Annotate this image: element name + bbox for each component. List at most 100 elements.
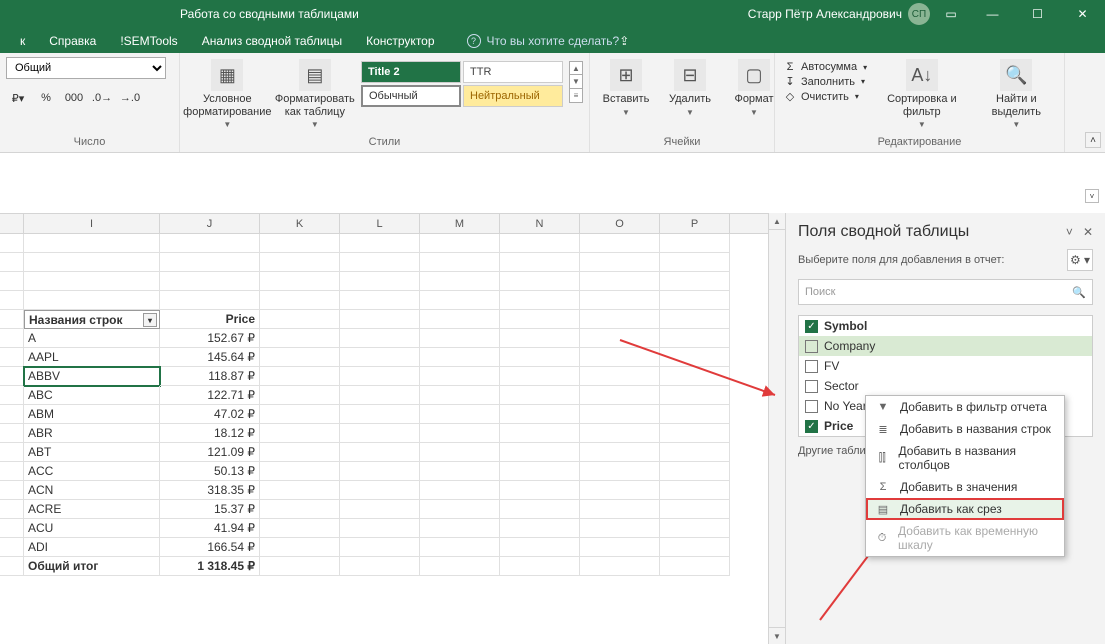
cell[interactable] — [260, 405, 340, 424]
cell[interactable] — [0, 234, 24, 253]
column-header[interactable]: K — [260, 214, 340, 233]
tab-help[interactable]: Справка — [37, 28, 108, 53]
pivot-row-label[interactable]: ACC — [24, 462, 160, 481]
cell[interactable] — [160, 272, 260, 291]
cell[interactable] — [340, 291, 420, 310]
cell[interactable] — [0, 329, 24, 348]
field-item[interactable]: Company — [799, 336, 1092, 356]
cell[interactable] — [0, 500, 24, 519]
cell[interactable] — [660, 386, 730, 405]
cell[interactable] — [260, 253, 340, 272]
pivot-row-labels-header[interactable]: Названия строк▾ — [24, 310, 160, 329]
pivot-value[interactable]: 47.02 ₽ — [160, 405, 260, 424]
tab-design[interactable]: Конструктор — [354, 28, 446, 53]
style-title2[interactable]: Title 2 — [361, 61, 461, 83]
ctx-add-values[interactable]: ΣДобавить в значения — [866, 476, 1064, 498]
cell[interactable] — [340, 443, 420, 462]
pivot-grand-total-value[interactable]: 1 318.45 ₽ — [160, 557, 260, 576]
field-checkbox[interactable] — [805, 380, 818, 393]
cell[interactable] — [500, 424, 580, 443]
pane-dropdown-icon[interactable]: ˅ — [1066, 225, 1073, 239]
cell[interactable] — [580, 386, 660, 405]
cell[interactable] — [580, 500, 660, 519]
field-item[interactable]: FV — [799, 356, 1092, 376]
cell[interactable] — [580, 519, 660, 538]
pivot-row-label[interactable]: ACU — [24, 519, 160, 538]
number-format-select[interactable]: Общий — [6, 57, 166, 79]
ribbon-display-options-icon[interactable]: ▭ — [937, 0, 965, 28]
pivot-value[interactable]: 121.09 ₽ — [160, 443, 260, 462]
cell[interactable] — [340, 538, 420, 557]
tab-semtools[interactable]: !SEMTools — [108, 28, 189, 53]
cell[interactable] — [260, 329, 340, 348]
scroll-up-icon[interactable]: ▲ — [769, 213, 785, 230]
pivot-value[interactable]: 152.67 ₽ — [160, 329, 260, 348]
cell[interactable] — [0, 348, 24, 367]
cell[interactable] — [24, 291, 160, 310]
cell[interactable] — [580, 481, 660, 500]
close-button[interactable]: ✕ — [1060, 0, 1105, 28]
ctx-add-as-slicer[interactable]: ▤Добавить как срез — [866, 498, 1064, 520]
cell[interactable] — [420, 253, 500, 272]
autosum-button[interactable]: ΣАвтосумма▾ — [783, 61, 867, 73]
cell[interactable] — [260, 348, 340, 367]
gallery-expand-icon[interactable]: ≡ — [569, 89, 583, 103]
style-normal[interactable]: Обычный — [361, 85, 461, 107]
cell[interactable] — [660, 329, 730, 348]
cell[interactable] — [24, 272, 160, 291]
scroll-up-icon[interactable]: ▲ — [569, 61, 583, 75]
cell[interactable] — [660, 310, 730, 329]
field-checkbox[interactable]: ✓ — [805, 420, 818, 433]
cell[interactable] — [420, 348, 500, 367]
pivot-grand-total-label[interactable]: Общий итог — [24, 557, 160, 576]
cell[interactable] — [340, 329, 420, 348]
cell[interactable] — [340, 481, 420, 500]
cell[interactable] — [420, 462, 500, 481]
cell[interactable] — [500, 443, 580, 462]
cell[interactable] — [24, 253, 160, 272]
cell[interactable] — [580, 443, 660, 462]
collapse-ribbon-icon[interactable]: ˄ — [1085, 132, 1101, 148]
cell[interactable] — [340, 462, 420, 481]
minimize-button[interactable]: — — [970, 0, 1015, 28]
cell[interactable] — [580, 405, 660, 424]
worksheet-grid[interactable]: IJKLMNOP Названия строк▾PriceA152.67 ₽AA… — [0, 213, 768, 644]
cell[interactable] — [580, 557, 660, 576]
cell[interactable] — [0, 443, 24, 462]
ctx-add-report-filter[interactable]: ▼Добавить в фильтр отчета — [866, 396, 1064, 418]
cell[interactable] — [500, 291, 580, 310]
field-search-input[interactable]: Поиск 🔍 — [798, 279, 1093, 305]
cell[interactable] — [660, 253, 730, 272]
cell[interactable] — [420, 538, 500, 557]
fill-button[interactable]: ↧Заполнить▾ — [783, 75, 867, 88]
cell[interactable] — [660, 481, 730, 500]
cell[interactable] — [340, 500, 420, 519]
cell-styles-gallery[interactable]: Title 2 TTR Обычный Нейтральный — [361, 61, 563, 107]
cell[interactable] — [420, 519, 500, 538]
tab-analyze[interactable]: Анализ сводной таблицы — [190, 28, 354, 53]
cell[interactable] — [420, 234, 500, 253]
cell[interactable] — [660, 348, 730, 367]
pivot-value[interactable]: 41.94 ₽ — [160, 519, 260, 538]
pivot-row-label[interactable]: ACN — [24, 481, 160, 500]
cell[interactable] — [260, 424, 340, 443]
user-account[interactable]: Старр Пётр Александрович СП — [748, 3, 930, 25]
tab-stub[interactable]: к — [8, 28, 37, 53]
ctx-add-row-labels[interactable]: ≣Добавить в названия строк — [866, 418, 1064, 440]
pivot-value[interactable]: 318.35 ₽ — [160, 481, 260, 500]
cell[interactable] — [260, 367, 340, 386]
cell[interactable] — [500, 405, 580, 424]
field-checkbox[interactable] — [805, 360, 818, 373]
pane-layout-gear-icon[interactable]: ⚙ ▾ — [1067, 249, 1093, 271]
field-checkbox[interactable]: ✓ — [805, 320, 818, 333]
column-header[interactable]: L — [340, 214, 420, 233]
cell[interactable] — [660, 272, 730, 291]
field-checkbox[interactable] — [805, 340, 818, 353]
cell[interactable] — [0, 272, 24, 291]
cell[interactable] — [0, 386, 24, 405]
cell[interactable] — [420, 367, 500, 386]
cell[interactable] — [580, 234, 660, 253]
column-header[interactable]: N — [500, 214, 580, 233]
pivot-row-label[interactable]: ACRE — [24, 500, 160, 519]
find-select-button[interactable]: 🔍 Найти и выделить ▼ — [975, 57, 1058, 131]
